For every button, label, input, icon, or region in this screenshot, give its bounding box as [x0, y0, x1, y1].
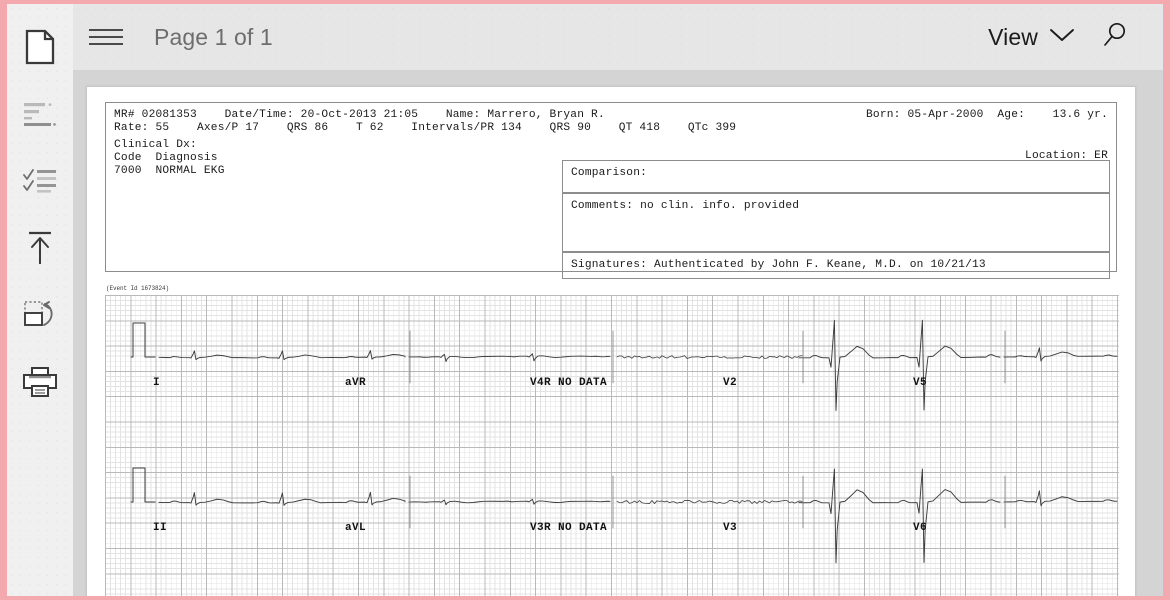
- ecg-lead-label: I: [153, 377, 161, 389]
- report-header-block: MR# 02081353 Date/Time: 20-Oct-2013 21:0…: [105, 102, 1117, 279]
- arrow-up-to-line-icon: [24, 230, 56, 266]
- signatures-text: Signatures: Authenticated by John F. Kea…: [571, 259, 986, 271]
- sidebar-item-document[interactable]: [7, 13, 73, 80]
- document-viewport[interactable]: MR# 02081353 Date/Time: 20-Oct-2013 21:0…: [73, 70, 1163, 596]
- ecg-lead-label: aVR: [345, 377, 367, 389]
- left-sidebar: [7, 4, 73, 596]
- comparison-text: Comparison:: [571, 167, 648, 179]
- search-icon: [1101, 21, 1129, 54]
- sidebar-item-rotate[interactable]: [7, 281, 73, 348]
- document-page-icon: [25, 29, 55, 65]
- signatures-box: Signatures: Authenticated by John F. Kea…: [562, 252, 1110, 279]
- report-line-identifiers: MR# 02081353 Date/Time: 20-Oct-2013 21:0…: [114, 109, 605, 121]
- window-accent-left: [0, 0, 7, 600]
- ecg-lead-label: II: [153, 522, 168, 534]
- window-accent-right: [1163, 0, 1170, 600]
- checklist-icon: [23, 168, 57, 194]
- ecg-lead-label: V2: [723, 377, 738, 389]
- ecg-event-id: (Event Id 1673824): [106, 285, 170, 292]
- hamburger-menu-icon: [88, 27, 124, 47]
- chevron-down-icon: [1049, 27, 1075, 48]
- view-menu-label: View: [988, 23, 1038, 50]
- ecg-lead-label: aVL: [345, 522, 367, 534]
- printer-icon: [22, 366, 58, 398]
- report-code-row: 7000 NORMAL EKG: [114, 165, 225, 177]
- ecg-lead-label: V4R NO DATA: [530, 377, 608, 389]
- page-indicator: Page 1 of 1: [154, 23, 273, 50]
- ecg-lead-label: V5: [913, 377, 928, 389]
- hamburger-menu-button[interactable]: [73, 4, 139, 71]
- comparison-box: Comparison:: [562, 160, 1110, 193]
- ecg-strip: (Event Id 1673824) IaVR V4R NO DATA V2 V5 II…: [105, 285, 1119, 596]
- text-lines-icon: [23, 101, 57, 127]
- ecg-lead-label: V3R NO DATA: [530, 522, 608, 534]
- ecg-lead-label: V6: [913, 522, 928, 534]
- toolbar-right-group: View: [976, 15, 1143, 60]
- report-code-header: Code Diagnosis: [114, 152, 218, 164]
- comments-box: Comments: no clin. info. provided: [562, 193, 1110, 252]
- search-button[interactable]: [1087, 15, 1143, 60]
- top-toolbar: Page 1 of 1 View: [73, 4, 1163, 70]
- ecg-lead-label: V3: [723, 522, 738, 534]
- sidebar-item-checklist[interactable]: [7, 147, 73, 214]
- sidebar-item-print[interactable]: [7, 348, 73, 415]
- report-birth-age: Born: 05-Apr-2000 Age: 13.6 yr.: [866, 109, 1108, 121]
- report-line-intervals: Rate: 55 Axes/P 17 QRS 86 T 62 Intervals…: [114, 122, 737, 134]
- window-accent-top: [0, 0, 1170, 4]
- ekg-report-page: MR# 02081353 Date/Time: 20-Oct-2013 21:0…: [86, 86, 1136, 596]
- view-menu-button[interactable]: View: [976, 18, 1087, 57]
- comments-text: Comments: no clin. info. provided: [571, 200, 800, 212]
- rotate-page-icon: [22, 298, 58, 332]
- sidebar-item-upload[interactable]: [7, 214, 73, 281]
- sidebar-item-notes[interactable]: [7, 80, 73, 147]
- report-clinical-dx-label: Clinical Dx:: [114, 139, 197, 151]
- ekg-viewer-app: Page 1 of 1 View MR# 02081353 Date/Time:…: [0, 0, 1170, 600]
- ecg-traces: [130, 319, 1118, 564]
- window-accent-bottom: [0, 596, 1170, 600]
